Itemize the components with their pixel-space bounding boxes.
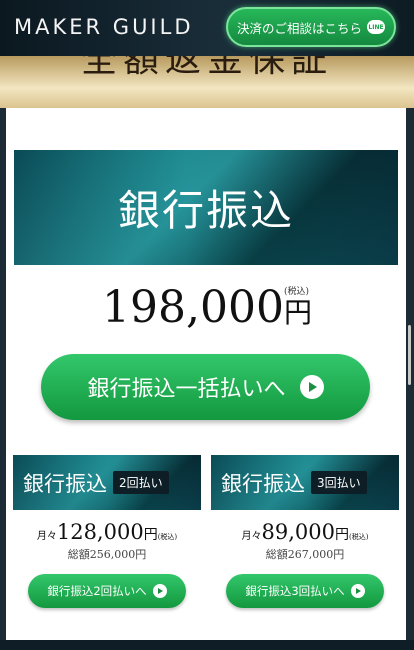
two-installment-button[interactable]: 銀行振込2回払いへ	[28, 574, 186, 608]
site-header: MAKER GUILD 決済のご相談はこちら LINE	[0, 0, 414, 56]
three-installment-button[interactable]: 銀行振込3回払いへ	[226, 574, 384, 608]
plan-2-title: 銀行振込	[23, 471, 107, 496]
plan-3-total: 総額267,000円	[265, 548, 345, 561]
bottom-band	[0, 640, 414, 650]
line-consult-button[interactable]: 決済のご相談はこちら LINE	[226, 7, 396, 47]
main-price: 198,000円 (税込)	[0, 282, 414, 333]
plan-2-price: 月々128,000円(税込)	[13, 520, 201, 544]
refund-guarantee-text: 全額返金保証	[80, 56, 333, 80]
plan-2-yen: 円	[143, 527, 158, 543]
plan-2-banner: 銀行振込 2回払い	[13, 455, 201, 510]
two-installment-label: 銀行振込2回払いへ	[47, 584, 147, 598]
plan-3-price: 月々89,000円(税込)	[211, 520, 399, 544]
plan-card-3: 銀行振込 3回払い 月々89,000円(税込) 総額267,000円 銀行振込3…	[211, 455, 399, 635]
plan-3-monthly-price: 89,000	[261, 520, 335, 544]
play-arrow-icon	[299, 375, 324, 399]
plan-3-title: 銀行振込	[221, 471, 305, 496]
brand-logo[interactable]: MAKER GUILD	[14, 15, 194, 39]
plan-2-tax: (税込)	[157, 533, 178, 541]
scrollbar[interactable]	[408, 325, 411, 385]
bank-transfer-title: 銀行振込	[117, 186, 294, 235]
refund-guarantee-clip: 全額返金保証	[0, 56, 414, 86]
main-price-value: 198,000	[102, 282, 284, 333]
plan-3-tax: (税込)	[349, 533, 369, 541]
plan-2-monthly-prefix: 月々	[36, 531, 57, 542]
plan-3-banner: 銀行振込 3回払い	[211, 455, 399, 510]
plan-card-2: 銀行振込 2回払い 月々128,000円(税込) 総額256,000円 銀行振込…	[13, 455, 201, 635]
lump-sum-label: 銀行振込一括払いへ	[87, 377, 286, 402]
main-price-tax: (税込)	[284, 287, 310, 297]
line-consult-label: 決済のご相談はこちら	[236, 20, 362, 36]
play-arrow-icon	[350, 584, 365, 598]
line-icon: LINE	[367, 20, 385, 34]
plan-3-badge: 3回払い	[311, 471, 367, 494]
main-price-yen: 円	[283, 296, 312, 329]
play-arrow-icon	[152, 584, 167, 598]
three-installment-label: 銀行振込3回払いへ	[245, 584, 345, 598]
plan-2-total: 総額256,000円	[67, 548, 147, 561]
plan-3-yen: 円	[335, 527, 349, 543]
plan-2-badge: 2回払い	[113, 471, 169, 494]
bank-transfer-banner: 銀行振込	[14, 150, 398, 265]
plan-2-monthly-price: 128,000	[56, 520, 144, 544]
plan-3-monthly-prefix: 月々	[241, 531, 262, 542]
lump-sum-button[interactable]: 銀行振込一括払いへ	[41, 354, 370, 420]
